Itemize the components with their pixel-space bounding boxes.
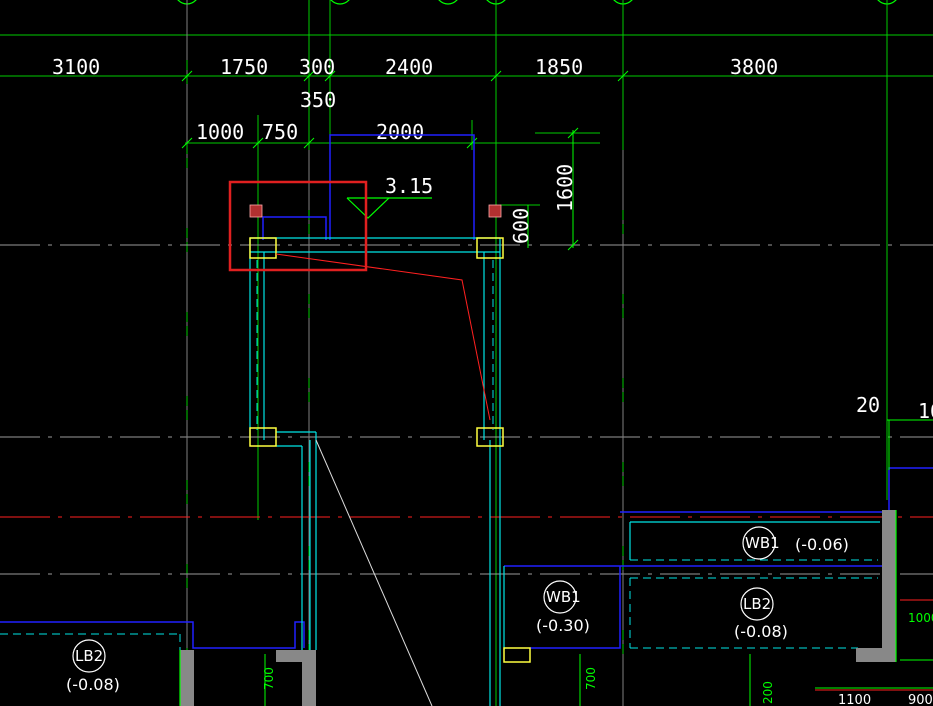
columns [249,237,531,663]
diagonal-line [315,439,433,706]
slab-label-lb2-b: LB2 [75,647,103,665]
red-leader-line [275,253,491,421]
dim-top-2: 1750 [220,55,268,79]
right-text-16: 16 [918,399,933,423]
dim-top-3: 300 [299,55,335,79]
elevation-text: 3.15 [385,174,433,198]
wall-edges [179,510,897,706]
small-dim-2: 700 [584,667,598,690]
slab-label-wb1-a: WB1 [745,534,780,552]
grid-vertical-lines [186,0,888,706]
slab-elev-lb2-a: (-0.08) [734,622,788,641]
small-dim-1: 700 [262,667,276,690]
dim-vertical-1600: 1600 [553,164,577,212]
small-dim-6: 900 [908,693,933,706]
dim-top-1: 3100 [52,55,100,79]
slab-elev-wb1-b: (-0.30) [536,616,590,635]
dim-top-6: 3800 [730,55,778,79]
slab-label-lb2-a: LB2 [743,595,771,613]
small-dim-3: 200 [761,681,775,704]
walls [180,510,896,706]
slab-elev-lb2-b: (-0.08) [66,675,120,694]
axis-bubbles [177,0,897,5]
slab-label-wb1-b: WB1 [546,588,581,606]
cad-drawing-canvas[interactable]: 3100 1750 300 2400 1850 3800 350 1000 75… [0,0,933,706]
dim-row2-1: 1000 [196,120,244,144]
beam-outlines [0,134,933,649]
small-dim-5: 1100 [838,693,871,706]
small-dim-4: 1000 [908,611,933,625]
right-text-20: 20 [856,393,880,417]
dim-top-4: 2400 [385,55,433,79]
dim-sub: 350 [300,88,336,112]
axis-dash-lines [0,244,933,575]
dimension-ticks [181,70,629,251]
slab-bubbles [72,526,776,673]
dim-vertical-600: 600 [509,208,533,244]
dim-top-5: 1850 [535,55,583,79]
dim-row2-2: 750 [262,120,298,144]
grid-horizontal-lines [0,34,933,206]
elevation-marker [346,197,432,219]
slab-elev-wb1-a: (-0.06) [795,535,849,554]
dim-row2-3: 2000 [376,120,424,144]
